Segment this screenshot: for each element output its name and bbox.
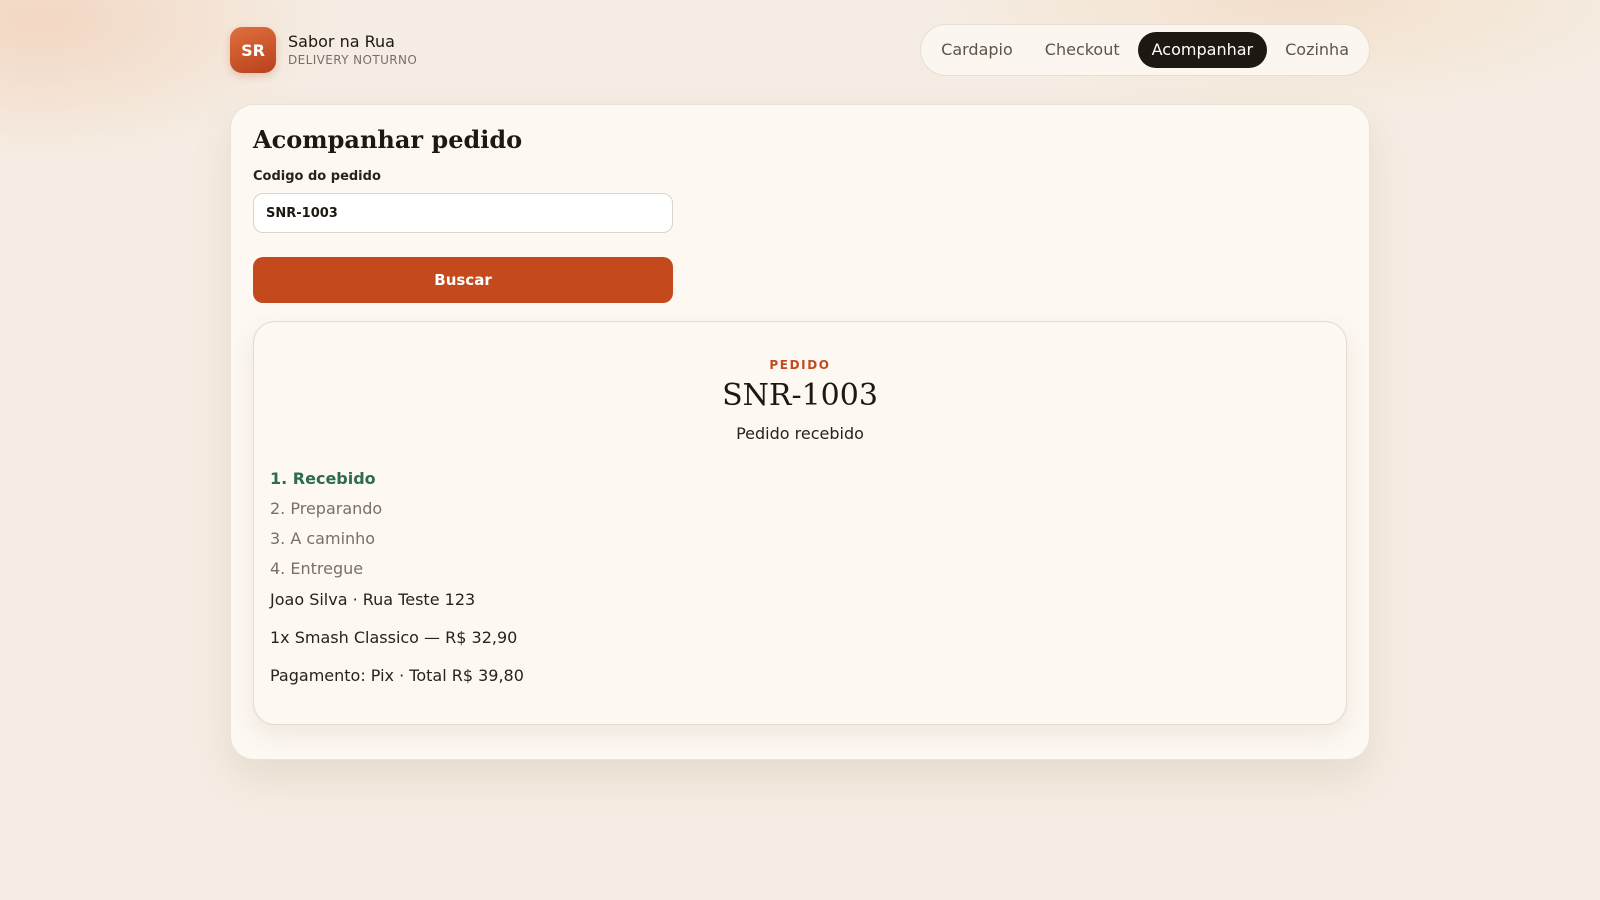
order-kicker: PEDIDO (769, 358, 831, 372)
order-payment: Pagamento: Pix · Total R$ 39,80 (270, 666, 524, 685)
nav-item-cardapio[interactable]: Cardapio (927, 32, 1027, 68)
order-code-label: Codigo do pedido (253, 169, 381, 184)
brand-tagline: DELIVERY NOTURNO (288, 53, 418, 67)
step-recebido: 1. Recebido (270, 469, 376, 488)
tracking-card: Acompanhar pedido Codigo do pedido Busca… (230, 104, 1370, 760)
order-customer: Joao Silva · Rua Teste 123 (270, 590, 476, 609)
nav-item-cozinha[interactable]: Cozinha (1271, 32, 1363, 68)
nav-item-checkout[interactable]: Checkout (1031, 32, 1134, 68)
nav-item-acompanhar[interactable]: Acompanhar (1137, 32, 1268, 68)
brand-logo: SR (230, 27, 276, 73)
search-button[interactable]: Buscar (253, 257, 673, 303)
brand-name: Sabor na Rua (288, 32, 395, 51)
order-items: 1x Smash Classico — R$ 32,90 (270, 628, 518, 647)
brand-text: Sabor na Rua DELIVERY NOTURNO (288, 32, 417, 68)
order-panel: PEDIDO SNR-1003 Pedido recebido 1. Receb… (253, 321, 1347, 725)
step-entregue: 4. Entregue (270, 559, 364, 578)
order-status: Pedido recebido (736, 424, 864, 443)
top-bar: SR Sabor na Rua DELIVERY NOTURNO Cardapi… (230, 24, 1370, 76)
order-code: SNR-1003 (722, 378, 878, 413)
order-code-input[interactable] (253, 193, 673, 233)
main-nav: Cardapio Checkout Acompanhar Cozinha (920, 24, 1370, 76)
step-a-caminho: 3. A caminho (270, 529, 376, 548)
step-preparando: 2. Preparando (270, 499, 383, 518)
page-title: Acompanhar pedido (253, 125, 523, 154)
brand[interactable]: SR Sabor na Rua DELIVERY NOTURNO (230, 27, 417, 73)
order-steps: 1. Recebido 2. Preparando 3. A caminho 4… (270, 464, 382, 584)
